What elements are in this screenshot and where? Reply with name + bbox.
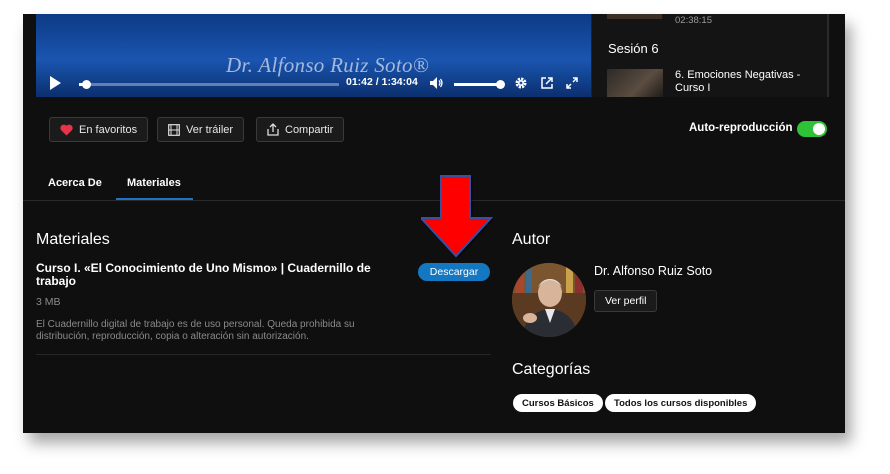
playlist-session-label: Sesión 6 (608, 41, 659, 56)
play-icon[interactable] (50, 76, 61, 90)
trailer-button[interactable]: Ver tráiler (157, 117, 245, 142)
playlist-panel: 02:38:15 Sesión 6 6. Emociones Negativas… (591, 14, 829, 97)
time-display: 01:42 / 1:34:04 (346, 76, 418, 88)
autoplay-toggle[interactable] (797, 121, 827, 137)
volume-slider[interactable] (454, 83, 501, 86)
film-icon (168, 123, 180, 136)
view-profile-button[interactable]: Ver perfil (594, 290, 658, 312)
tab-materials[interactable]: Materiales (127, 177, 181, 189)
author-heading: Autor (512, 231, 551, 248)
player-controls: 01:42 / 1:34:04 (36, 67, 591, 97)
playlist-thumbnail[interactable] (607, 69, 663, 97)
autoplay-toggle-knob (813, 123, 825, 135)
video-player[interactable]: Dr. Alfonso Ruiz Soto® 01:42 / 1:34:04 (36, 14, 591, 97)
time-separator: / (375, 76, 379, 88)
duration: 1:34:04 (381, 76, 418, 88)
autoplay-label: Auto-reproducción (689, 122, 793, 134)
fullscreen-icon[interactable] (565, 76, 579, 90)
playlist-previous-duration: 02:38:15 (675, 15, 712, 26)
progress-handle[interactable] (82, 80, 92, 89)
playlist-thumbnail-previous[interactable] (607, 14, 662, 19)
author-avatar[interactable] (512, 263, 586, 337)
current-time: 01:42 (346, 76, 373, 88)
favorites-button[interactable]: En favoritos (49, 117, 149, 142)
playlist-item-title[interactable]: 6. Emociones Negativas - Curso I (675, 69, 820, 95)
popout-icon[interactable] (540, 76, 554, 90)
download-button[interactable]: Descargar (418, 263, 490, 281)
gear-icon[interactable] (514, 76, 528, 90)
author-name: Dr. Alfonso Ruiz Soto (594, 264, 713, 278)
category-chip[interactable]: Cursos Básicos (513, 394, 603, 412)
materials-heading: Materiales (36, 231, 110, 248)
progress-bar[interactable] (79, 80, 339, 89)
red-arrow-annotation (421, 175, 493, 258)
material-description: El Cuadernillo digital de trabajo es de … (36, 319, 355, 342)
volume-icon[interactable] (430, 77, 444, 89)
favorites-label: En favoritos (79, 123, 138, 136)
category-chip[interactable]: Todos los cursos disponibles (605, 394, 757, 412)
heart-icon (60, 124, 73, 135)
material-title: Curso I. «El Conocimiento de Uno Mismo» … (36, 261, 371, 288)
trailer-label: Ver tráiler (186, 123, 234, 136)
categories-heading: Categorías (512, 361, 591, 378)
app-frame: Dr. Alfonso Ruiz Soto® 01:42 / 1:34:04 0… (23, 14, 845, 433)
share-icon (267, 123, 279, 136)
share-button[interactable]: Compartir (256, 117, 345, 142)
material-divider (36, 354, 491, 355)
playlist-scrollbar[interactable] (827, 14, 829, 97)
material-size: 3 MB (36, 296, 61, 308)
share-label: Compartir (285, 123, 334, 136)
volume-handle[interactable] (496, 80, 505, 89)
tab-about[interactable]: Acerca De (48, 177, 102, 189)
